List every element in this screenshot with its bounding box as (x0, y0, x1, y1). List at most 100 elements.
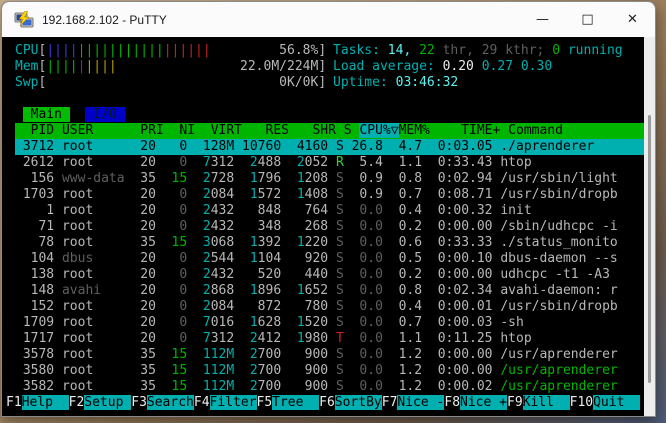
process-row[interactable]: 3578 root 35 15 112M 2700 900 S 0.0 1.2 … (15, 347, 644, 363)
tasks-line-segment: running (560, 43, 623, 58)
cell-mem: 1.1 (390, 155, 430, 170)
process-row[interactable]: 1709 root 20 0 7016 1628 1520 S 0.0 0.7 … (15, 315, 644, 331)
column-header-cpu[interactable]: CPU%▽ (359, 123, 399, 138)
fnkey-f3[interactable]: F3Search (131, 395, 194, 410)
process-row[interactable]: 156 www-data 35 15 2728 1796 1208 S 0.9 … (15, 171, 644, 187)
mem-value-prefix: 1 (296, 315, 305, 330)
cell-user: root (54, 299, 133, 314)
uptime-line-segment: 03:46:32 (395, 75, 459, 90)
cell-mem: 0.6 (390, 235, 430, 250)
process-row[interactable]: 1703 root 20 0 2084 1572 1408 S 0.9 0.7 … (15, 187, 644, 203)
cell-user: root (54, 347, 133, 362)
process-row[interactable]: 78 root 35 15 3068 1392 1220 S 0.0 0.6 0… (15, 235, 644, 251)
column-header-pid[interactable]: PID (15, 123, 62, 138)
process-row[interactable]: 1 root 20 0 2432 848 764 S 0.0 0.4 0:00.… (15, 203, 644, 219)
scrollbar-thumb[interactable] (648, 115, 651, 383)
mem-value: 652 (304, 283, 329, 298)
process-row[interactable]: 3582 root 35 15 112M 2700 900 S 0.0 1.2 … (15, 379, 644, 395)
column-header-cmd[interactable]: Command (508, 123, 571, 138)
cell-ni: 0 (163, 187, 196, 202)
process-row[interactable]: 152 root 20 0 2084 872 780 S 0.0 0.4 0:0… (15, 299, 644, 315)
tab-main[interactable]: Main (22, 107, 70, 122)
process-row-selected[interactable]: 3712 root 20 0 128M 10760 4160 S 26.8 4.… (15, 139, 644, 155)
cell-pri: 20 (132, 187, 164, 202)
fnkey-number: F5 (256, 395, 273, 410)
fnkey-f5[interactable]: F5Tree (257, 395, 320, 410)
cell-time: 0:11.25 (429, 331, 501, 346)
column-header-mem[interactable]: MEM% (399, 123, 438, 138)
column-header-pri[interactable]: PRI (140, 123, 171, 138)
process-row[interactable]: 138 root 20 0 2432 520 440 S 0.0 0.2 0:0… (15, 267, 644, 283)
fnkey-f2[interactable]: F2Setup (69, 395, 132, 410)
process-row[interactable]: 71 root 20 0 2432 348 268 S 0.0 0.2 0:00… (15, 219, 644, 235)
tab-io[interactable]: I/O (85, 107, 125, 122)
pad (289, 315, 297, 330)
cell-pid: 3582 (15, 379, 55, 394)
fnkey-f6[interactable]: F6SortBy (319, 395, 382, 410)
cell-state: S (335, 171, 352, 186)
column-header-time[interactable]: TIME+ (438, 123, 508, 138)
column-header-res[interactable]: RES (250, 123, 297, 138)
mem-value: 208 (304, 171, 329, 186)
cell-state: S (335, 203, 352, 218)
minimize-button[interactable]: — (520, 2, 565, 37)
fnkey-f10[interactable]: F10Quit (570, 395, 641, 410)
mem-value: 128M (202, 139, 235, 154)
mem-value: 432 (210, 267, 235, 282)
fnkey-f8[interactable]: F8Nice + (444, 395, 507, 410)
fnkey-label: Quit (593, 395, 641, 410)
process-row[interactable]: 1717 root 20 0 7312 2412 1980 T 0.0 1.1 … (15, 331, 644, 347)
process-row[interactable]: 3580 root 35 15 112M 2700 900 S 0.0 1.2 … (15, 363, 644, 379)
cell-command: /usr/sbin/dropb (500, 299, 618, 314)
cell-pri: 35 (132, 379, 164, 394)
terminal-screen[interactable]: CPU[||||||||||||||||||||| 56.8%] Mem[|||||… (2, 37, 655, 416)
cell-time: 0:00.02 (429, 379, 501, 394)
mem-value: 900 (304, 363, 329, 378)
cell-mem: 4.7 (390, 139, 430, 154)
cell-state: S (335, 219, 352, 234)
mem-value-prefix: 1 (249, 235, 258, 250)
cell-ni: 0 (163, 251, 196, 266)
column-header-virt[interactable]: VIRT (203, 123, 250, 138)
column-header-ni[interactable]: NI (172, 123, 203, 138)
fnkey-number: F6 (319, 395, 335, 410)
maximize-button[interactable]: □ (565, 2, 610, 37)
mem-value: 084 (210, 187, 235, 202)
mem-meter-value: 22.0M/224M (240, 59, 319, 74)
pad (242, 379, 250, 394)
close-button[interactable]: ✕ (610, 2, 655, 37)
cell-ni: 0 (163, 299, 196, 314)
cell-state: S (335, 299, 352, 314)
column-header-s[interactable]: S (344, 123, 360, 138)
fnkey-f1[interactable]: F1Help (6, 395, 69, 410)
fnkey-f7[interactable]: F7Nice - (382, 395, 445, 410)
mem-value: 112M (202, 363, 235, 378)
cell-ni: 0 (163, 267, 196, 282)
fnkey-f4[interactable]: F4Filter (194, 395, 257, 410)
mem-value: 016 (210, 315, 235, 330)
column-header-shr[interactable]: SHR (297, 123, 344, 138)
meter-open-bracket: [ (38, 75, 47, 90)
pad (195, 299, 203, 314)
mem-value: 312 (210, 155, 235, 170)
tasks-line-segment: 29 kthr; (481, 43, 553, 58)
meter-bars-blue: |||| (46, 43, 78, 58)
cell-command: dbus-daemon --s (500, 251, 618, 266)
column-header-user[interactable]: USER (62, 123, 140, 138)
mem-meter: Mem[||||||||| 22.0M/224M] (15, 59, 333, 75)
fnkey-f9[interactable]: F9Kill (507, 395, 570, 410)
mem-value: 780 (304, 299, 329, 314)
cell-command: ./status_monito (500, 235, 618, 250)
scrollbar-track[interactable] (644, 37, 655, 416)
process-row[interactable]: 148 avahi 20 0 2868 1896 1652 S 0.0 0.8 … (15, 283, 644, 299)
process-row[interactable]: 2612 root 20 0 7312 2488 2052 R 5.4 1.1 … (15, 155, 644, 171)
process-row[interactable]: 104 dbus 20 0 2544 1104 920 S 0.0 0.5 0:… (15, 251, 644, 267)
